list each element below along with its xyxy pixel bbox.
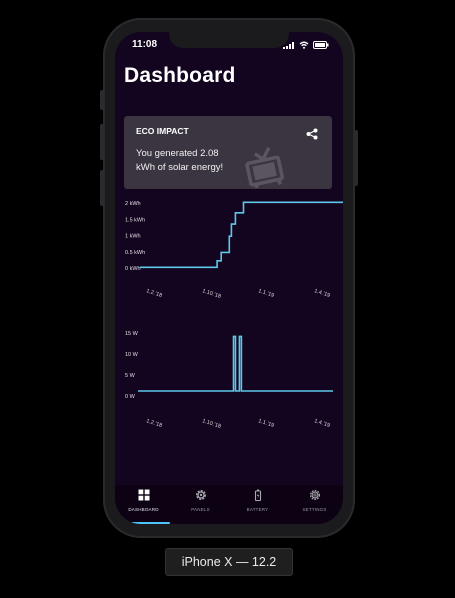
energy-y-tick-label: 0.5 kWh xyxy=(125,250,145,256)
notch xyxy=(169,32,289,48)
signal-icon xyxy=(283,41,294,49)
energy-x-tick-label: 1.2.'18 xyxy=(145,288,162,299)
energy-x-tick-label: 1.10.'18 xyxy=(201,288,221,300)
power-x-tick-label: 1.2.'18 xyxy=(145,418,162,429)
card-heading: ECO IMPACT xyxy=(136,126,189,136)
tv-icon xyxy=(245,146,284,188)
gear-icon xyxy=(195,489,206,501)
tab-panels[interactable]: PANELS xyxy=(172,489,229,519)
eco-impact-card: ECO IMPACT You generated 2.08 kWh of sol… xyxy=(124,116,332,189)
card-message: You generated 2.08 kWh of solar energy! xyxy=(136,147,236,175)
battery-icon xyxy=(254,489,261,501)
tab-battery[interactable]: BATTERY xyxy=(229,489,286,519)
energy-y-tick-label: 1.5 kWh xyxy=(125,217,145,223)
page-title: Dashboard xyxy=(124,64,236,87)
power-y-tick-label: 10 W xyxy=(125,352,139,358)
grid-icon xyxy=(138,489,149,501)
power-button xyxy=(354,130,358,186)
card-message-line-1: You generated 2.08 xyxy=(136,148,219,159)
energy-y-tick-label: 0 kWh xyxy=(125,266,141,272)
status-icons xyxy=(283,40,329,50)
card-message-line-2: kWh of solar energy! xyxy=(136,162,224,173)
power-series-line xyxy=(138,335,333,392)
device-label: iPhone X — 12.2 xyxy=(165,548,293,576)
tab-settings-label: SETTINGS xyxy=(302,507,327,512)
volume-down-button xyxy=(100,170,104,206)
share-icon[interactable] xyxy=(306,128,318,140)
tab-dashboard-label: DASHBOARD xyxy=(128,507,159,512)
status-time: 11:08 xyxy=(132,39,158,50)
app-screen: 11:08 Dashboard ECO IMPACT You generated… xyxy=(115,32,343,524)
battery-status-icon xyxy=(313,41,329,49)
mute-switch xyxy=(100,90,104,110)
power-y-tick-label: 15 W xyxy=(125,331,139,337)
energy-x-tick-label: 1.4.'19 xyxy=(313,288,330,299)
energy-chart: 0 kWh 0.5 kWh 1 kWh 1.5 kWh 2 kWh 1.2.'18 1.10… xyxy=(125,201,343,300)
energy-x-tick-label: 1.1.'19 xyxy=(257,288,274,299)
power-x-tick-label: 1.4.'19 xyxy=(313,418,330,429)
power-chart: 0 W 5 W 10 W 15 W 1.2.'18 1.10.'18 1.1.'19 1.4.… xyxy=(125,331,333,430)
energy-y-tick-label: 2 kWh xyxy=(125,201,141,207)
active-tab-indicator xyxy=(129,522,170,524)
tab-panels-label: PANELS xyxy=(191,507,210,512)
energy-y-tick-label: 1 kWh xyxy=(125,234,141,240)
power-x-tick-label: 1.10.'18 xyxy=(201,418,221,430)
settings-gear-icon xyxy=(309,489,320,501)
tab-settings[interactable]: SETTINGS xyxy=(286,489,343,519)
power-y-tick-label: 0 W xyxy=(125,394,136,400)
tab-battery-label: BATTERY xyxy=(246,507,269,512)
volume-up-button xyxy=(100,124,104,160)
power-y-tick-label: 5 W xyxy=(125,373,136,379)
wifi-icon xyxy=(299,41,309,49)
tab-bar: DASHBOARD PANELS BATTERY SETTINGS xyxy=(115,485,343,524)
power-x-tick-label: 1.1.'19 xyxy=(257,418,274,429)
energy-series-line xyxy=(140,201,343,269)
tab-dashboard[interactable]: DASHBOARD xyxy=(115,489,172,519)
